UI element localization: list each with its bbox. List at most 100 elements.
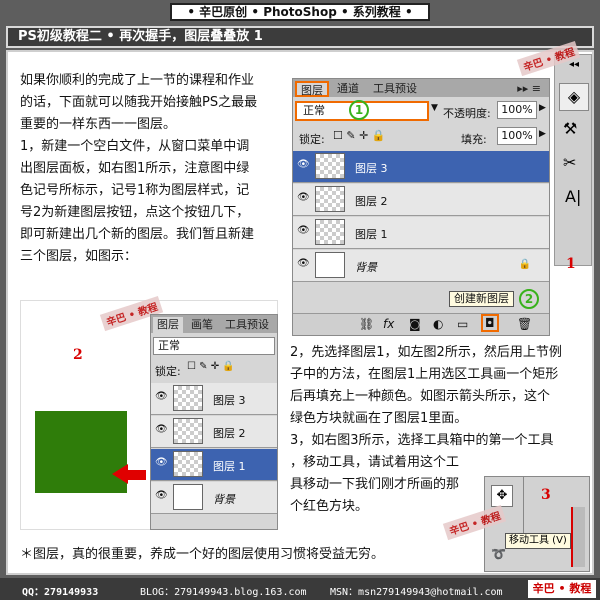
figure-label-1: 1 — [566, 256, 576, 272]
panel-tabs: 图层 画笔 工具预设 — [151, 315, 277, 333]
opacity-arrow-icon[interactable]: ▶ — [539, 103, 546, 113]
marker-1-icon: 1 — [349, 100, 369, 120]
chevron-down-icon[interactable]: ▼ — [431, 103, 441, 113]
footer-blog-link[interactable]: BLOG：279149943.blog.163.com — [140, 583, 307, 598]
intro-line: 出图层面板，如右图1所示，注意图中绿 — [20, 161, 250, 176]
intro-line: 如果你顺利的完成了上一节的课程和作业 — [20, 73, 255, 88]
opacity-input[interactable]: 100% — [497, 101, 537, 119]
content-area: 如果你顺利的完成了上一节的课程和作业 的话，下面就可以随我开始接触PS之最最 重… — [6, 40, 594, 575]
layer-thumbnail — [315, 252, 345, 278]
tab-brushes[interactable]: 画笔 — [187, 317, 217, 333]
layer-row-background[interactable]: 👁 背景 🔒 — [293, 250, 549, 282]
layer-name: 图层 3 — [213, 394, 246, 407]
footer-qq: QQ：279149933 — [22, 587, 99, 598]
marker-2-icon: 2 — [519, 289, 539, 309]
layer-row-background[interactable]: 👁 背景 — [151, 482, 277, 514]
step2-line: 2，先选择图层1，如左图2所示，然后用上节例 — [290, 345, 562, 360]
brush-tools-icon[interactable]: ✂ — [563, 153, 576, 172]
intro-line: 的话，下面就可以随我开始接触PS之最最 — [20, 95, 258, 110]
eye-icon[interactable]: 👁 — [297, 160, 311, 170]
lock-label: 锁定: — [155, 365, 181, 378]
panel-menu-icon[interactable]: ▸▸ ≡ — [513, 81, 545, 97]
divider — [523, 477, 524, 537]
page-frame: • 辛巴原创 • PhotoShop • 系列教程 • PS初级教程二 • 再次… — [0, 0, 600, 600]
layers-stack-icon[interactable]: ◈ — [559, 83, 589, 111]
intro-line: 即可新建出几个新的图层。我们暂且新建 — [20, 227, 255, 242]
tab-layers[interactable]: 图层 — [295, 81, 329, 97]
panel-tabs: 图层 通道 工具预设 ▸▸ ≡ — [293, 79, 549, 97]
layer-style-icon[interactable]: fx — [383, 317, 394, 331]
layer-row[interactable]: 👁 图层 3 — [293, 151, 549, 183]
tool-presets-icon[interactable]: ⚒ — [563, 119, 577, 138]
toolbox-fig3: ✥ ➰ 3 移动工具 (V) — [484, 476, 590, 572]
layer-row[interactable]: 👁 图层 2 — [151, 416, 277, 448]
eye-icon[interactable]: 👁 — [297, 226, 311, 236]
footnote: ＊图层，真的很重要，养成一个好的图层使用习惯将受益无穷。 — [20, 547, 385, 562]
panel-bottom-toolbar: ⛓ fx ◙ ◐ ▭ ◘ 🗑 — [293, 313, 549, 335]
layer-name: 图层 2 — [213, 427, 246, 440]
eye-icon[interactable]: 👁 — [297, 259, 311, 269]
fill-label: 填充: — [461, 133, 487, 146]
tab-tool-presets[interactable]: 工具预设 — [221, 317, 273, 333]
intro-paragraph: 如果你顺利的完成了上一节的课程和作业 的话，下面就可以随我开始接触PS之最最 重… — [20, 70, 290, 268]
intro-line: 重要的一样东西一一图层。 — [20, 117, 177, 132]
collapse-icon[interactable]: ◂◂ — [569, 59, 579, 70]
tab-layers[interactable]: 图层 — [153, 317, 183, 333]
character-icon[interactable]: A| — [565, 187, 581, 206]
side-dock: ◂◂ ◈ ⚒ ✂ A| — [554, 54, 592, 266]
eye-icon[interactable]: 👁 — [155, 425, 169, 435]
step2-line: 绿色方块就画在了图层1里面。 — [290, 411, 468, 426]
opacity-label: 不透明度: — [443, 107, 491, 120]
fill-input[interactable]: 100% — [497, 127, 537, 145]
layer-name: 背景 — [213, 493, 235, 506]
lock-options-icon[interactable]: ☐ ✎ ✛ 🔒 — [333, 129, 385, 142]
layer-thumbnail — [173, 385, 203, 411]
intro-line: 1，新建一个空白文件，从窗口菜单中调 — [20, 139, 250, 154]
page-title: PS初级教程二 • 再次握手，图层叠叠放 1 — [6, 26, 594, 48]
link-layers-icon[interactable]: ⛓ — [359, 317, 374, 331]
step3-line: ，移动工具，请试着用这个工 — [290, 455, 460, 470]
layer-thumbnail — [173, 418, 203, 444]
layer-thumbnail — [173, 484, 203, 510]
layer-thumbnail — [315, 153, 345, 179]
figure-label-3: 3 — [541, 487, 551, 503]
eye-icon[interactable]: 👁 — [155, 491, 169, 501]
series-banner: • 辛巴原创 • PhotoShop • 系列教程 • — [170, 3, 430, 21]
layers-panel-fig1: 图层 通道 工具预设 ▸▸ ≡ 正常 1 ▼ 不透明度: 100% ▶ 锁定: … — [292, 78, 550, 336]
step2-paragraph: 2，先选择图层1，如左图2所示，然后用上节例 子中的方法，在图层1上用选区工具画… — [290, 342, 590, 430]
intro-line: 色记号所标示，记号1称为图层样式，记 — [20, 183, 250, 198]
lock-label: 锁定: — [299, 133, 325, 146]
blend-mode-select[interactable]: 正常 — [153, 337, 275, 355]
eye-icon[interactable]: 👁 — [155, 392, 169, 402]
layer-row[interactable]: 👁 图层 3 — [151, 383, 277, 415]
trash-icon[interactable]: 🗑 — [517, 317, 532, 331]
new-layer-button-icon[interactable]: ◘ — [481, 314, 499, 332]
step2-line: 后再填充上一种颜色。如图示箭头所示，这个 — [290, 389, 551, 404]
tab-tool-presets[interactable]: 工具预设 — [369, 81, 421, 97]
eye-icon[interactable]: 👁 — [155, 458, 169, 468]
eye-icon[interactable]: 👁 — [297, 193, 311, 203]
move-tool-tooltip: 移动工具 (V) — [505, 533, 571, 549]
layer-name: 图层 1 — [355, 228, 388, 241]
lasso-tool-icon[interactable]: ➰ — [491, 547, 506, 561]
layer-row[interactable]: 👁 图层 2 — [293, 184, 549, 216]
layer-name: 图层 3 — [355, 162, 388, 175]
footer-bar: QQ：279149933 BLOG：279149943.blog.163.com… — [0, 578, 600, 600]
layer-thumbnail — [315, 219, 345, 245]
footer-msn: MSN：msn279149943@hotmail.com — [330, 587, 503, 598]
group-folder-icon[interactable]: ▭ — [457, 317, 468, 331]
lock-options-icon[interactable]: ☐ ✎ ✛ 🔒 — [187, 361, 235, 372]
layer-row[interactable]: 👁 图层 1 — [293, 217, 549, 249]
layer-mask-icon[interactable]: ◙ — [409, 317, 421, 331]
layer-name: 图层 1 — [213, 460, 246, 473]
lock-icon: 🔒 — [518, 259, 531, 270]
new-layer-tooltip: 创建新图层 — [449, 291, 514, 307]
move-tool-icon[interactable]: ✥ — [491, 485, 513, 507]
fill-arrow-icon[interactable]: ▶ — [539, 129, 546, 139]
layer-row[interactable]: 👁 图层 1 — [151, 449, 277, 481]
figure-label-2: 2 — [73, 347, 83, 363]
adjustment-layer-icon[interactable]: ◐ — [433, 317, 443, 331]
canvas-edge — [571, 507, 585, 567]
tab-channels[interactable]: 通道 — [333, 81, 363, 97]
layer-thumbnail — [173, 451, 203, 477]
